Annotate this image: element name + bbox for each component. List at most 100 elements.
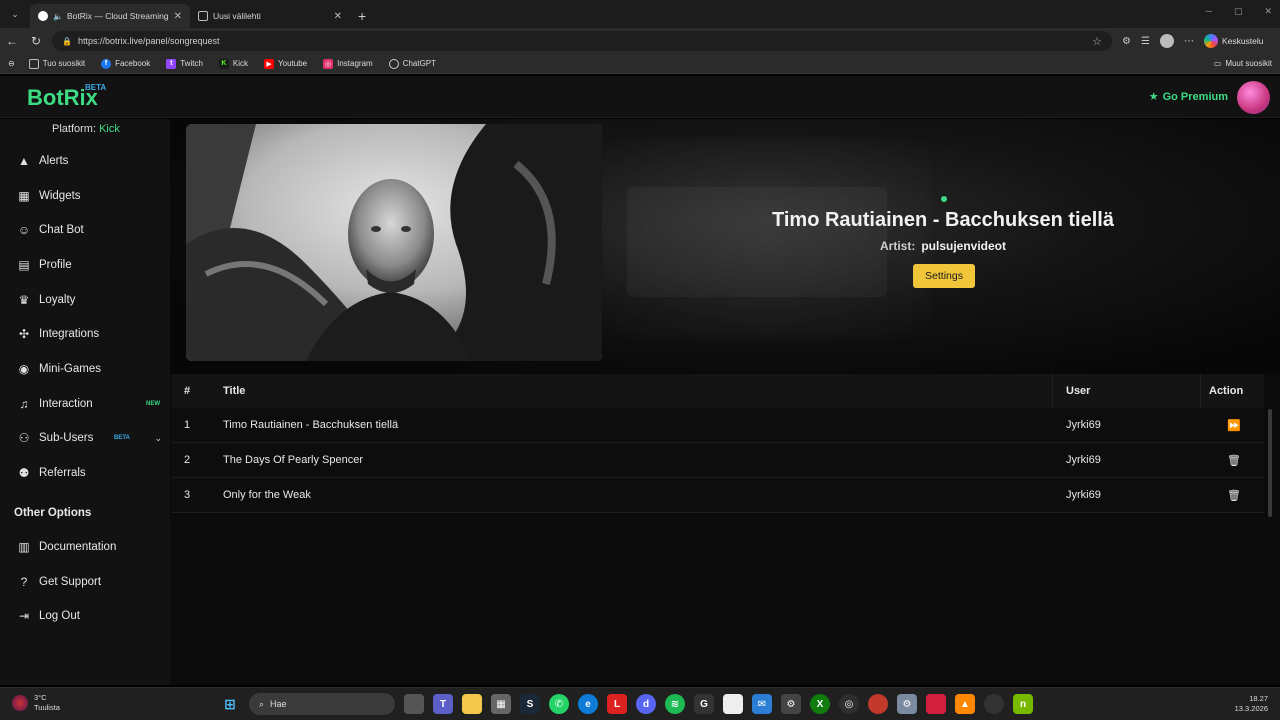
bookmark-kick[interactable]: K Kick [218,58,248,69]
favorites-icon[interactable]: ☰ [1141,36,1150,47]
bookmark-chatgpt[interactable]: ChatGPT [388,58,436,69]
copilot-label: Keskustelu [1221,36,1264,46]
instagram-icon: ◎ [323,58,334,69]
xbox-icon[interactable]: X [810,694,830,714]
sidebar-item-widgets[interactable]: ▦ Widgets [0,181,170,211]
column-header-user: User [1066,385,1091,397]
windows-start-icon[interactable]: ⊞ [220,694,240,714]
l-app-icon[interactable]: L [607,694,627,714]
weather-widget[interactable]: 3°C Tuulista [12,693,60,713]
scrollbar[interactable] [1268,409,1272,517]
logout-icon: ⇥ [18,609,30,623]
close-tab-icon[interactable]: ✕ [334,11,342,22]
antivirus-icon[interactable] [926,694,946,714]
whatsapp-icon[interactable]: ✆ [549,694,569,714]
new-tab-plus-icon[interactable]: + [358,8,366,24]
sidebar-item-referrals[interactable]: ⚉ Referrals [0,458,170,488]
extensions-icon[interactable]: ⚙ [1122,36,1131,47]
user-avatar[interactable] [1237,81,1270,114]
tab-list-button[interactable]: ⌄ [4,4,26,24]
notepad-icon[interactable] [723,694,743,714]
discord-icon[interactable]: d [636,694,656,714]
maximize-icon[interactable]: ▢ [1234,6,1243,17]
bookmark-instagram[interactable]: ◎ Instagram [323,58,373,69]
table-row: 1 Timo Rautiainen - Bacchuksen tiellä Jy… [172,408,1264,443]
bookmark-import[interactable]: Tuo suosikit [28,58,85,69]
url-field[interactable]: 🔒 https://botrix.live/panel/songrequest … [52,31,1112,51]
file-explorer-icon[interactable] [462,694,482,714]
song-queue-table: # Title User Action 1 Timo Rautiainen - … [172,374,1264,513]
settings-gear-app-icon[interactable]: ⚙ [781,694,801,714]
sidebar-item-loyalty[interactable]: ♛ Loyalty [0,285,170,315]
tab-botrix[interactable]: 🔈 BotRix — Cloud Streaming Bot ✕ [30,4,190,28]
audio-playing-icon[interactable]: 🔈 [53,12,63,21]
system-settings-icon[interactable]: ⚙ [897,694,917,714]
sidebar-item-profile[interactable]: ▤ Profile [0,250,170,280]
task-view-icon[interactable] [404,694,424,714]
steam-icon[interactable]: S [520,694,540,714]
edge-browser-icon[interactable]: e [578,694,598,714]
chatgpt-app-icon[interactable] [984,694,1004,714]
sidebar-item-sub-users[interactable]: ⚇ Sub-Users BETA ⌄ [0,423,170,453]
twitch-icon: t [166,58,177,69]
brand-logo[interactable]: BotRix BETA [27,83,106,111]
column-header-title: Title [223,385,246,397]
teams-icon[interactable]: T [433,694,453,714]
bookmark-facebook[interactable]: f Facebook [101,58,150,69]
kick-icon: K [218,58,229,69]
calculator-icon[interactable]: ▦ [491,694,511,714]
sidebar: Platform: Kick ▲ Alerts ▦ Widgets ☺ Chat Bo… [0,119,170,685]
copilot-button[interactable]: Keskustelu [1203,34,1264,48]
sidebar-item-log-out[interactable]: ⇥ Log Out [0,601,170,631]
tab-new-tab[interactable]: Uusi välilehti ✕ [190,4,350,28]
bookmark-menu-icon[interactable]: ⊖ [8,59,15,68]
bookmark-youtube[interactable]: ▶ Youtube [264,58,307,69]
close-tab-icon[interactable]: ✕ [174,11,182,22]
vlc-icon[interactable]: ▲ [955,694,975,714]
minimize-icon[interactable]: ─ [1206,6,1212,17]
go-premium-button[interactable]: ★ Go Premium [1149,90,1228,104]
profile-avatar[interactable] [1159,34,1174,48]
beta-badge: BETA [114,435,130,441]
nvidia-icon[interactable]: n [1013,694,1033,714]
close-window-icon[interactable]: ✕ [1264,6,1272,17]
chevron-down-icon[interactable]: ⌄ [154,433,162,444]
g-app-icon[interactable]: G [694,694,714,714]
sidebar-item-get-support[interactable]: ? Get Support [0,567,170,597]
brand-beta-badge: BETA [85,83,107,92]
other-bookmarks[interactable]: ▭ Muut suosikit [1214,59,1272,68]
obs-icon[interactable]: ◎ [839,694,859,714]
now-playing-title: Timo Rautiainen - Bacchuksen tiellä [772,209,1114,231]
skip-icon[interactable]: ⏩ [1227,419,1241,432]
sidebar-item-interaction[interactable]: ♫ Interaction NEW [0,389,170,419]
sidebar-item-alerts[interactable]: ▲ Alerts [0,146,170,176]
song-title: Only for the Weak [223,489,311,501]
reload-icon[interactable]: ↻ [24,34,48,48]
sidebar-item-integrations[interactable]: ✣ Integrations [0,319,170,349]
now-playing-artist: Artist: pulsujenvideot [879,239,1007,253]
spotify-icon[interactable]: ≋ [665,694,685,714]
sidebar-item-documentation[interactable]: ▥ Documentation [0,532,170,562]
chatgpt-icon [388,58,399,69]
settings-button[interactable]: Settings [913,264,975,288]
column-header-number: # [184,385,191,397]
favorite-star-icon[interactable]: ☆ [1092,35,1102,48]
song-title: The Days Of Pearly Spencer [223,454,364,466]
sidebar-item-mini-games[interactable]: ◉ Mini-Games [0,354,170,384]
bookmark-twitch[interactable]: t Twitch [166,58,203,69]
trash-icon[interactable]: 🗑 [1227,489,1241,502]
sidebar-item-chat-bot[interactable]: ☺ Chat Bot [0,215,170,245]
table-row: 2 The Days Of Pearly Spencer Jyrki69 🗑 [172,443,1264,478]
back-arrow-icon[interactable]: ← [0,34,24,48]
trash-icon[interactable]: 🗑 [1227,454,1241,467]
page-favicon-icon [198,11,208,21]
book-icon: ▥ [18,540,30,554]
trophy-icon: ♛ [18,293,30,307]
system-clock[interactable]: 18.27 13.3.2026 [1235,694,1268,714]
more-menu-icon[interactable]: ⋯ [1184,36,1194,47]
taskbar-search[interactable]: ⌕ Hae [249,693,395,715]
mail-app-icon[interactable]: ✉ [752,694,772,714]
lock-icon[interactable]: 🔒 [62,37,72,46]
red-app-icon[interactable] [868,694,888,714]
gamepad-icon: ◉ [18,362,30,376]
